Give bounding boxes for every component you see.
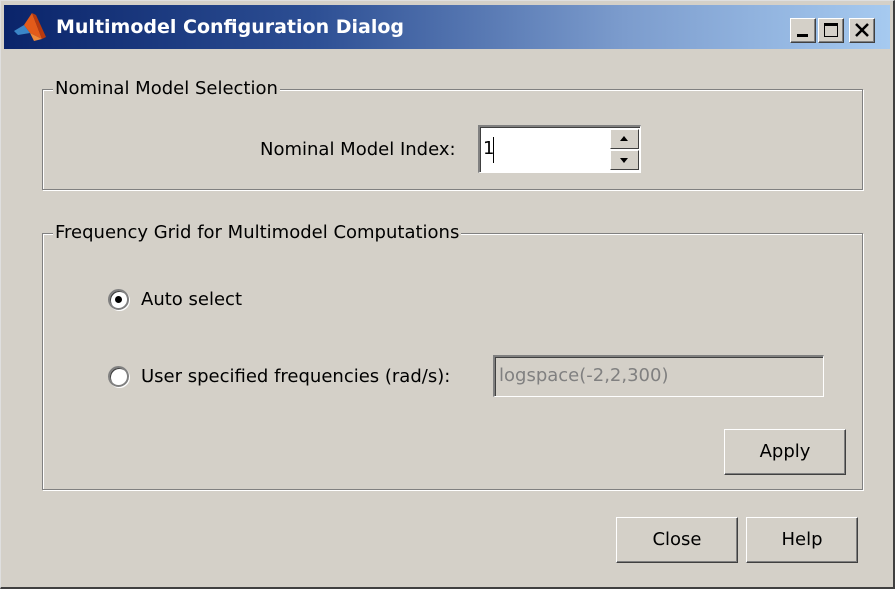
title-bar[interactable]: Multimodel Configuration Dialog xyxy=(4,5,890,49)
minimize-button[interactable] xyxy=(790,18,816,43)
radio-selected-dot xyxy=(115,296,122,303)
frequency-group-title: Frequency Grid for Multimodel Computatio… xyxy=(53,221,462,245)
user-frequencies-label[interactable]: User specified frequencies (rad/s): xyxy=(141,365,450,389)
nominal-index-label: Nominal Model Index: xyxy=(260,139,456,160)
window-title: Multimodel Configuration Dialog xyxy=(56,16,404,38)
spinner-up-button[interactable] xyxy=(610,129,639,149)
dialog-window: Multimodel Configuration Dialog Nominal … xyxy=(0,0,895,589)
nominal-group-title: Nominal Model Selection xyxy=(53,77,280,101)
help-button[interactable]: Help xyxy=(746,517,858,563)
close-button[interactable]: Close xyxy=(616,517,738,563)
text-caret xyxy=(493,137,494,163)
user-frequencies-field[interactable]: logspace(-2,2,300) xyxy=(493,355,824,397)
maximize-button[interactable] xyxy=(818,18,844,43)
spinner-down-button[interactable] xyxy=(610,150,639,170)
matlab-icon xyxy=(12,11,48,43)
auto-select-radio[interactable] xyxy=(108,289,129,310)
nominal-index-spinner[interactable]: 1 xyxy=(478,125,641,173)
auto-select-label[interactable]: Auto select xyxy=(141,288,242,312)
user-frequencies-radio[interactable] xyxy=(108,366,129,387)
apply-button[interactable]: Apply xyxy=(724,429,846,475)
close-window-button[interactable] xyxy=(849,18,875,43)
